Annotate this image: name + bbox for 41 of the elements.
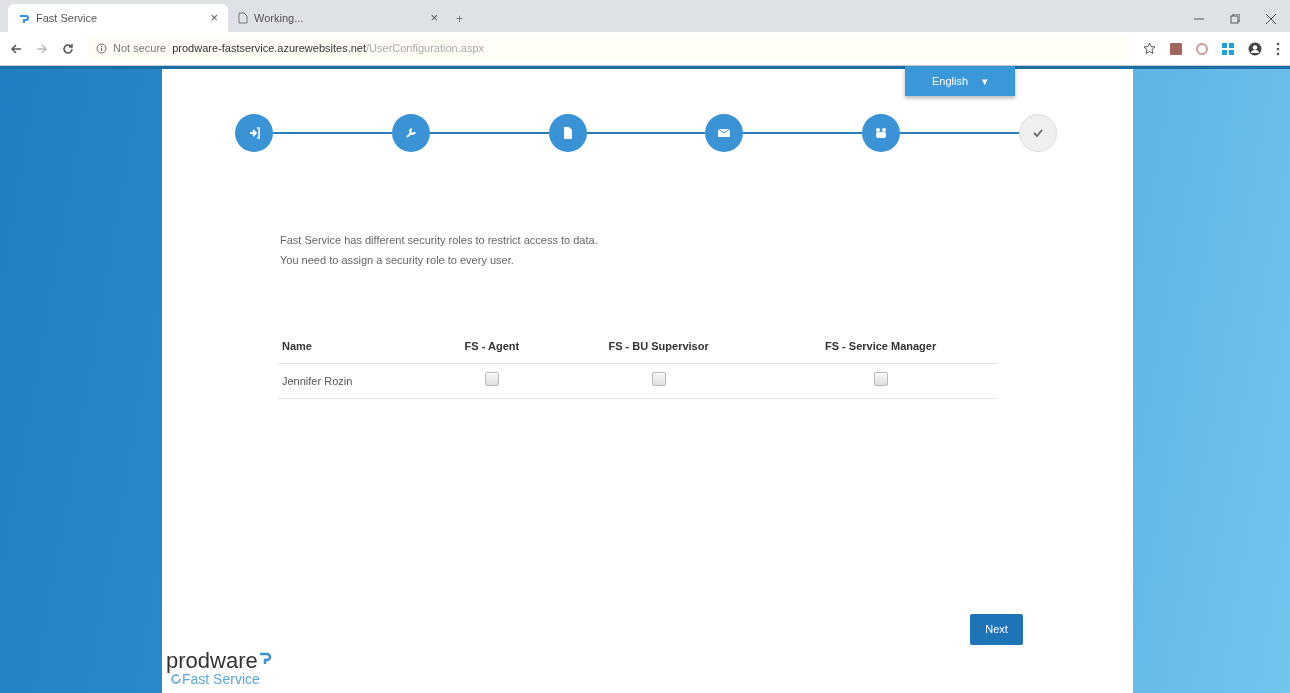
extension-icon <box>1170 42 1182 55</box>
brand-name: prodware <box>166 649 258 672</box>
reload-icon <box>62 42 74 55</box>
close-icon <box>1266 14 1276 24</box>
product-name: Fast Service <box>182 671 260 687</box>
extension-icon <box>1222 42 1234 55</box>
browser-tab[interactable]: Fast Service × <box>8 4 228 32</box>
url-field[interactable]: prodware-fastservice.azurewebsites.net/UserConfiguration.aspx <box>172 40 485 57</box>
tab-title: Working... <box>254 10 304 26</box>
tab-title: Fast Service <box>36 10 98 26</box>
role-checkbox[interactable] <box>651 371 666 386</box>
sign-in-icon <box>247 126 261 140</box>
restore-icon <box>1230 14 1240 24</box>
users-icon <box>874 126 889 140</box>
logo-icon <box>18 12 30 24</box>
column-header: FS - Agent <box>430 330 553 363</box>
column-header: FS - BU Supervisor <box>553 330 765 363</box>
envelope-icon <box>717 126 732 140</box>
language-dropdown[interactable]: English ▾ <box>905 66 1015 96</box>
close-tab-button[interactable]: × <box>210 8 218 28</box>
extension-icon <box>1196 42 1208 55</box>
browser-tab[interactable]: Working... × <box>228 4 448 32</box>
star-icon <box>1143 42 1156 55</box>
column-header: FS - Service Manager <box>764 330 997 363</box>
close-tab-button[interactable]: × <box>430 8 438 28</box>
role-checkbox[interactable] <box>873 371 888 386</box>
next-button[interactable]: Next <box>970 614 1023 645</box>
back-icon <box>10 42 22 55</box>
menu-icon <box>1276 41 1280 56</box>
column-header: Name <box>278 330 431 363</box>
role-checkbox[interactable] <box>484 371 499 386</box>
refresh-icon <box>170 673 182 686</box>
new-tab-button[interactable]: + <box>456 10 463 28</box>
user-name: Jennifer Rozin <box>278 363 431 399</box>
account-icon <box>1248 41 1262 56</box>
intro-text: Fast Service has different security roles to restrict access to data. <box>280 233 599 248</box>
intro-text: You need to assign a security role to every user. <box>280 253 515 268</box>
security-label: Not secure <box>113 41 167 57</box>
info-icon <box>96 43 107 54</box>
page-icon <box>238 12 248 24</box>
forward-icon <box>36 42 48 55</box>
